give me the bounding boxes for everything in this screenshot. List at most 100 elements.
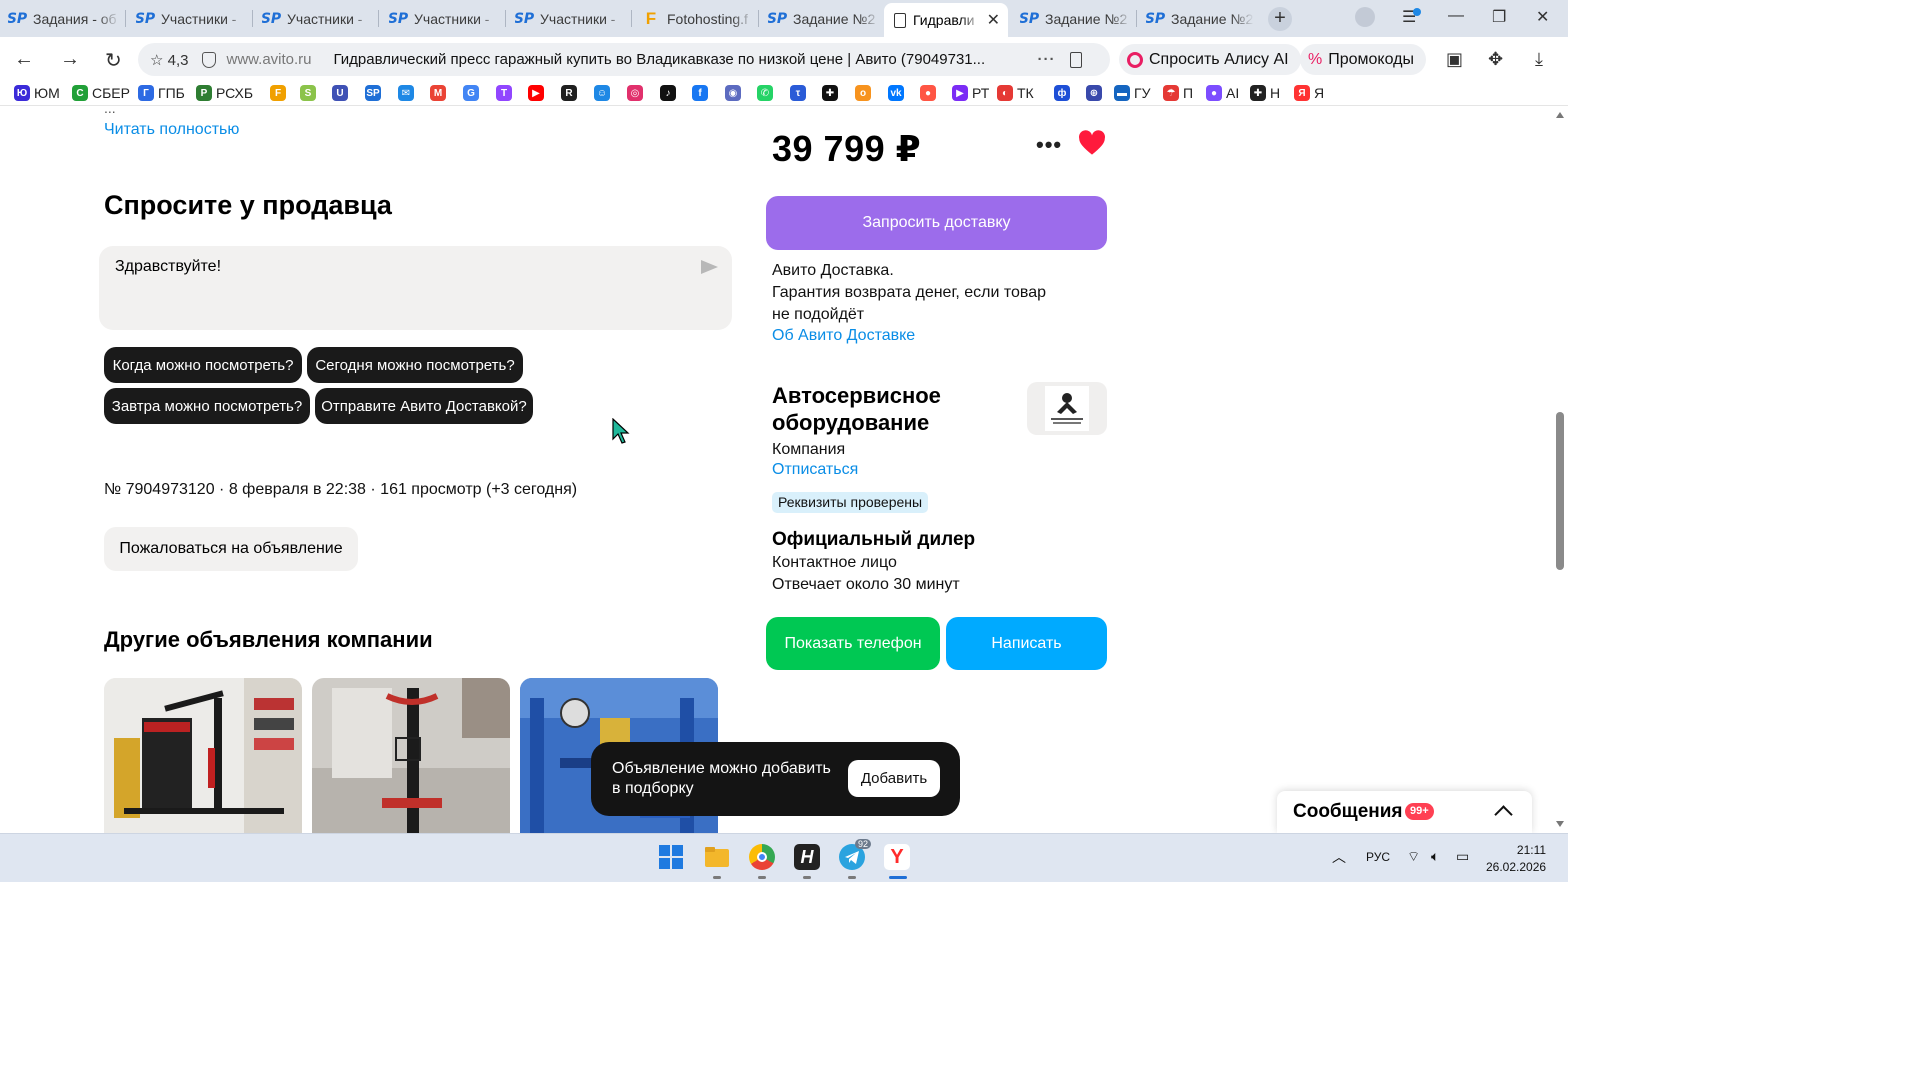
browser-tab[interactable]: SP Задание №2 [1020,3,1132,34]
bookmark-item[interactable]: vk [888,85,908,101]
quick-question-button[interactable]: Когда можно посмотреть? [104,347,302,383]
volume-icon[interactable]: 🔈︎ [1431,848,1439,865]
ask-alice-button[interactable]: Спросить Алису AI [1119,44,1301,75]
bookmark-item[interactable]: ● AI [1206,85,1239,101]
bookmark-item[interactable]: ☺ [594,85,614,101]
language-indicator[interactable]: РУС [1366,850,1390,864]
restore-window-icon[interactable]: ❐ [1492,7,1506,27]
extensions-icon[interactable]: ✥ [1488,49,1503,70]
download-icon[interactable]: ⤓ [1535,49,1543,70]
page-title[interactable]: Гидравлический пресс гаражный купить во … [334,51,1024,68]
bookmark-item[interactable]: F [270,85,290,101]
bookmark-item[interactable]: f [692,85,712,101]
telegram-icon[interactable]: 92 [839,839,872,870]
bookmark-item[interactable]: o [855,85,875,101]
bookmark-item[interactable]: ✆ [757,85,777,101]
file-explorer-icon[interactable] [704,844,730,870]
battery-icon[interactable]: ▭ [1456,848,1469,865]
bookmark-item[interactable]: Ю ЮМ [14,85,60,101]
bookmark-item[interactable]: ◉ [725,85,745,101]
bookmark-item[interactable]: ф [1054,85,1074,101]
bookmark-item[interactable]: ЯЯ [1294,85,1324,101]
browser-tab[interactable]: SP Задание №2 [768,3,880,34]
request-delivery-button[interactable]: Запросить доставку [766,196,1107,250]
bookmark-item[interactable]: G [463,85,483,101]
browser-tab[interactable]: SP Участники - [515,3,627,34]
write-message-button[interactable]: Написать [946,617,1107,670]
browser-tab[interactable]: SP Участники - [262,3,374,34]
bookmark-item[interactable]: S [300,85,320,101]
show-phone-button[interactable]: Показать телефон [766,617,940,670]
quick-question-button[interactable]: Сегодня можно посмотреть? [307,347,523,383]
bookmark-item[interactable]: ✚ [822,85,842,101]
promo-codes-button[interactable]: % Промокоды [1300,44,1426,75]
message-input[interactable]: Здравствуйте! [99,246,732,330]
profile-avatar-icon[interactable] [1355,7,1375,27]
forward-arrow-icon[interactable]: → [60,48,80,71]
bookmark-item[interactable]: ◐ ТК [997,85,1034,101]
new-tab-button[interactable]: + [1268,7,1292,31]
bookmark-item[interactable]: Р РСХБ [196,85,253,101]
minimize-icon[interactable]: — [1448,7,1464,25]
bookmark-item[interactable]: ▶ [528,85,548,101]
send-icon[interactable] [701,260,718,274]
complain-button[interactable]: Пожаловаться на объявление [104,527,358,571]
page-scrollbar[interactable] [1552,106,1568,833]
browser-tab[interactable]: SP Участники - [136,3,248,34]
bookmark-item[interactable]: С СБЕР [72,85,130,101]
scroll-down-icon[interactable] [1556,821,1564,827]
back-arrow-icon[interactable]: ← [14,48,34,71]
bookmark-item[interactable]: Г ГПБ [138,85,185,101]
bookmark-item[interactable]: ☂ П [1163,85,1193,101]
bookmark-item[interactable]: ● [920,85,940,101]
more-dots-icon[interactable]: ··· [1038,51,1056,68]
scrollbar-thumb[interactable] [1556,412,1564,570]
browser-tab[interactable]: SP Участники - [389,3,501,34]
windows-start-icon[interactable] [658,844,684,870]
yandex-browser-icon[interactable]: Y [884,844,910,870]
unsubscribe-link[interactable]: Отписаться [772,461,858,479]
messages-widget[interactable]: Сообщения 99+ [1277,791,1532,833]
site-rating[interactable]: ☆ 4,3 [150,51,188,69]
bookmark-item[interactable]: ✚ Н [1250,85,1280,101]
other-ad-photo[interactable] [104,678,302,833]
other-ad-photo[interactable] [312,678,510,833]
browser-tab[interactable]: SP Задания - об [8,3,120,34]
browser-tab[interactable]: F Fotohosting.f [642,3,754,34]
bookmark-item[interactable]: ▶ РТ [952,85,989,101]
bookmark-item[interactable]: ✉ [398,85,418,101]
bookmark-item[interactable]: T [496,85,516,101]
bookmark-item[interactable]: M [430,85,450,101]
address-bar[interactable]: ☆ 4,3 www.avito.ru Гидравлический пресс … [138,43,1110,76]
bookmark-icon[interactable] [1069,51,1082,68]
system-clock[interactable]: 21:11 26.02.2026 [1486,842,1546,876]
browser-tab-active[interactable]: Гидравли ✕ [884,3,1008,37]
h-app-icon[interactable]: H [794,844,820,870]
close-tab-icon[interactable]: ✕ [987,10,1000,30]
bookmark-item[interactable]: U [332,85,352,101]
bookmark-item[interactable]: ◎ [627,85,647,101]
about-delivery-link[interactable]: Об Авито Доставке [772,327,915,345]
quick-question-button[interactable]: Завтра можно посмотреть? [104,388,310,424]
message-text[interactable]: Здравствуйте! [115,258,221,276]
scroll-up-icon[interactable] [1556,112,1564,118]
quick-question-button[interactable]: Отправите Авито Доставкой? [315,388,533,424]
chevron-up-icon[interactable] [1494,805,1513,824]
more-options-icon[interactable]: ••• [1036,132,1062,158]
bookmark-item[interactable]: SP [365,85,385,101]
shield-icon[interactable] [202,51,217,68]
messages-label[interactable]: Сообщения [1293,801,1403,823]
bookmark-item[interactable]: ♪ [660,85,680,101]
bookmark-item[interactable]: τ [790,85,810,101]
url-domain[interactable]: www.avito.ru [226,51,311,68]
seller-name[interactable]: Автосервисное оборудование [772,382,1002,436]
read-more-link[interactable]: Читать полностью [104,121,239,139]
close-window-icon[interactable]: ✕ [1536,7,1549,27]
image-icon[interactable]: ▣ [1446,49,1463,70]
chrome-icon[interactable] [749,844,775,870]
seller-logo[interactable] [1027,382,1107,435]
wifi-icon[interactable]: ⌔ [1407,848,1420,866]
show-hidden-icons-chevron-icon[interactable]: ︿ [1332,847,1346,867]
bookmark-item[interactable]: ⊕ [1086,85,1106,101]
bookmark-item[interactable]: R [561,85,581,101]
